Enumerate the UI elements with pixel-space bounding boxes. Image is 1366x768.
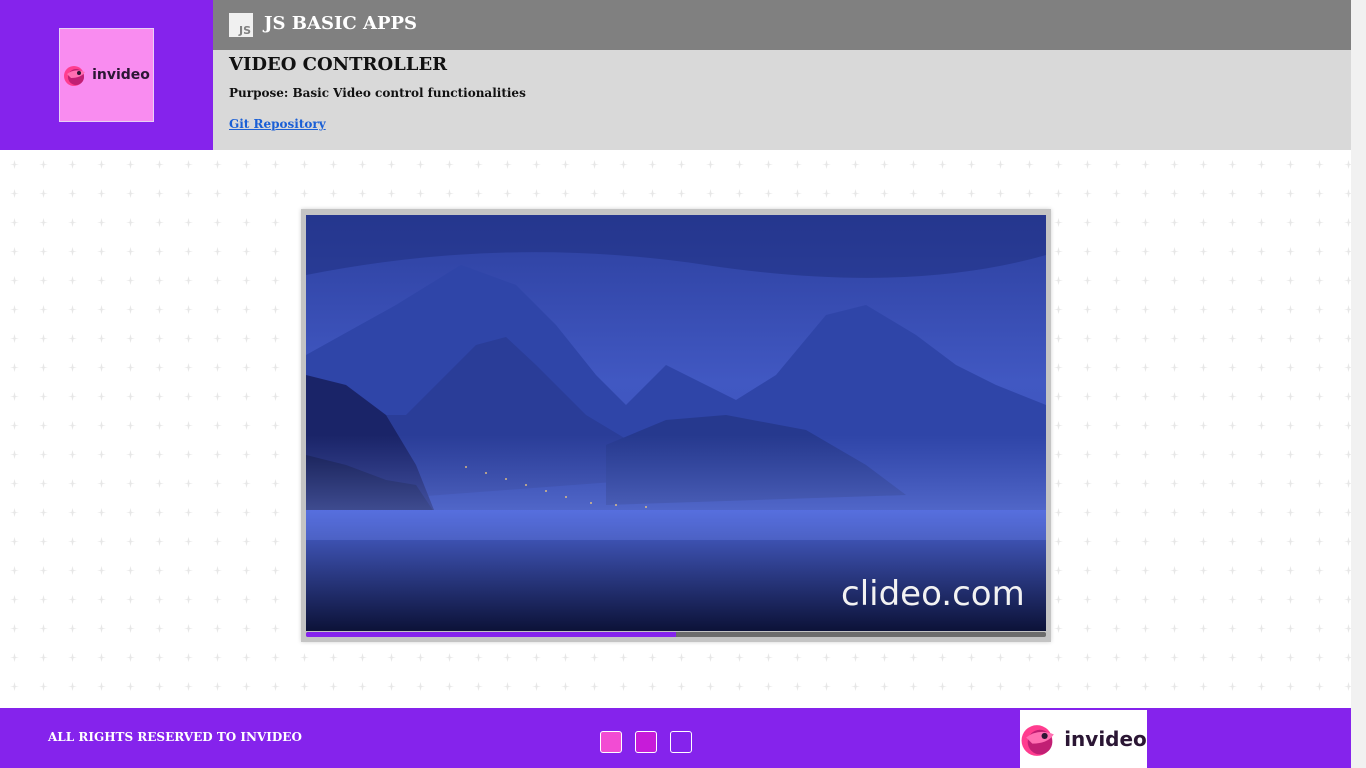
video-watermark: clideo.com (841, 574, 1025, 614)
footer: ALL RIGHTS RESERVED TO INVIDEO invideo (0, 708, 1351, 768)
invideo-mark-icon (1021, 725, 1055, 756)
main-area: clideo.com (0, 150, 1351, 708)
video-screen[interactable]: clideo.com (306, 215, 1046, 631)
progress-fill (306, 632, 676, 637)
page-title: VIDEO CONTROLLER (229, 54, 448, 75)
scrollbar[interactable] (1351, 0, 1366, 768)
git-repository-link[interactable]: Git Repository (229, 117, 326, 131)
color-swatch-magenta[interactable] (635, 731, 657, 753)
invideo-logo: invideo (59, 28, 154, 122)
invideo-mark-icon (63, 62, 89, 88)
top-bar: JS JS BASIC APPS (213, 0, 1351, 50)
color-swatch-pink[interactable] (600, 731, 622, 753)
rights-text: ALL RIGHTS RESERVED TO INVIDEO (48, 730, 302, 744)
color-swatch-purple[interactable] (670, 731, 692, 753)
progress-bar[interactable] (306, 632, 1046, 637)
footer-invideo-logo: invideo (1020, 710, 1147, 768)
logo-wordmark: invideo (92, 67, 150, 83)
info-panel: VIDEO CONTROLLER Purpose: Basic Video co… (213, 50, 1351, 150)
purpose-text: Purpose: Basic Video control functionali… (229, 86, 526, 100)
footer-logo-wordmark: invideo (1064, 727, 1147, 751)
video-player: clideo.com (301, 209, 1051, 642)
brand-panel: invideo (0, 0, 213, 150)
js-icon: JS (229, 13, 253, 37)
app-title: JS BASIC APPS (264, 13, 418, 34)
